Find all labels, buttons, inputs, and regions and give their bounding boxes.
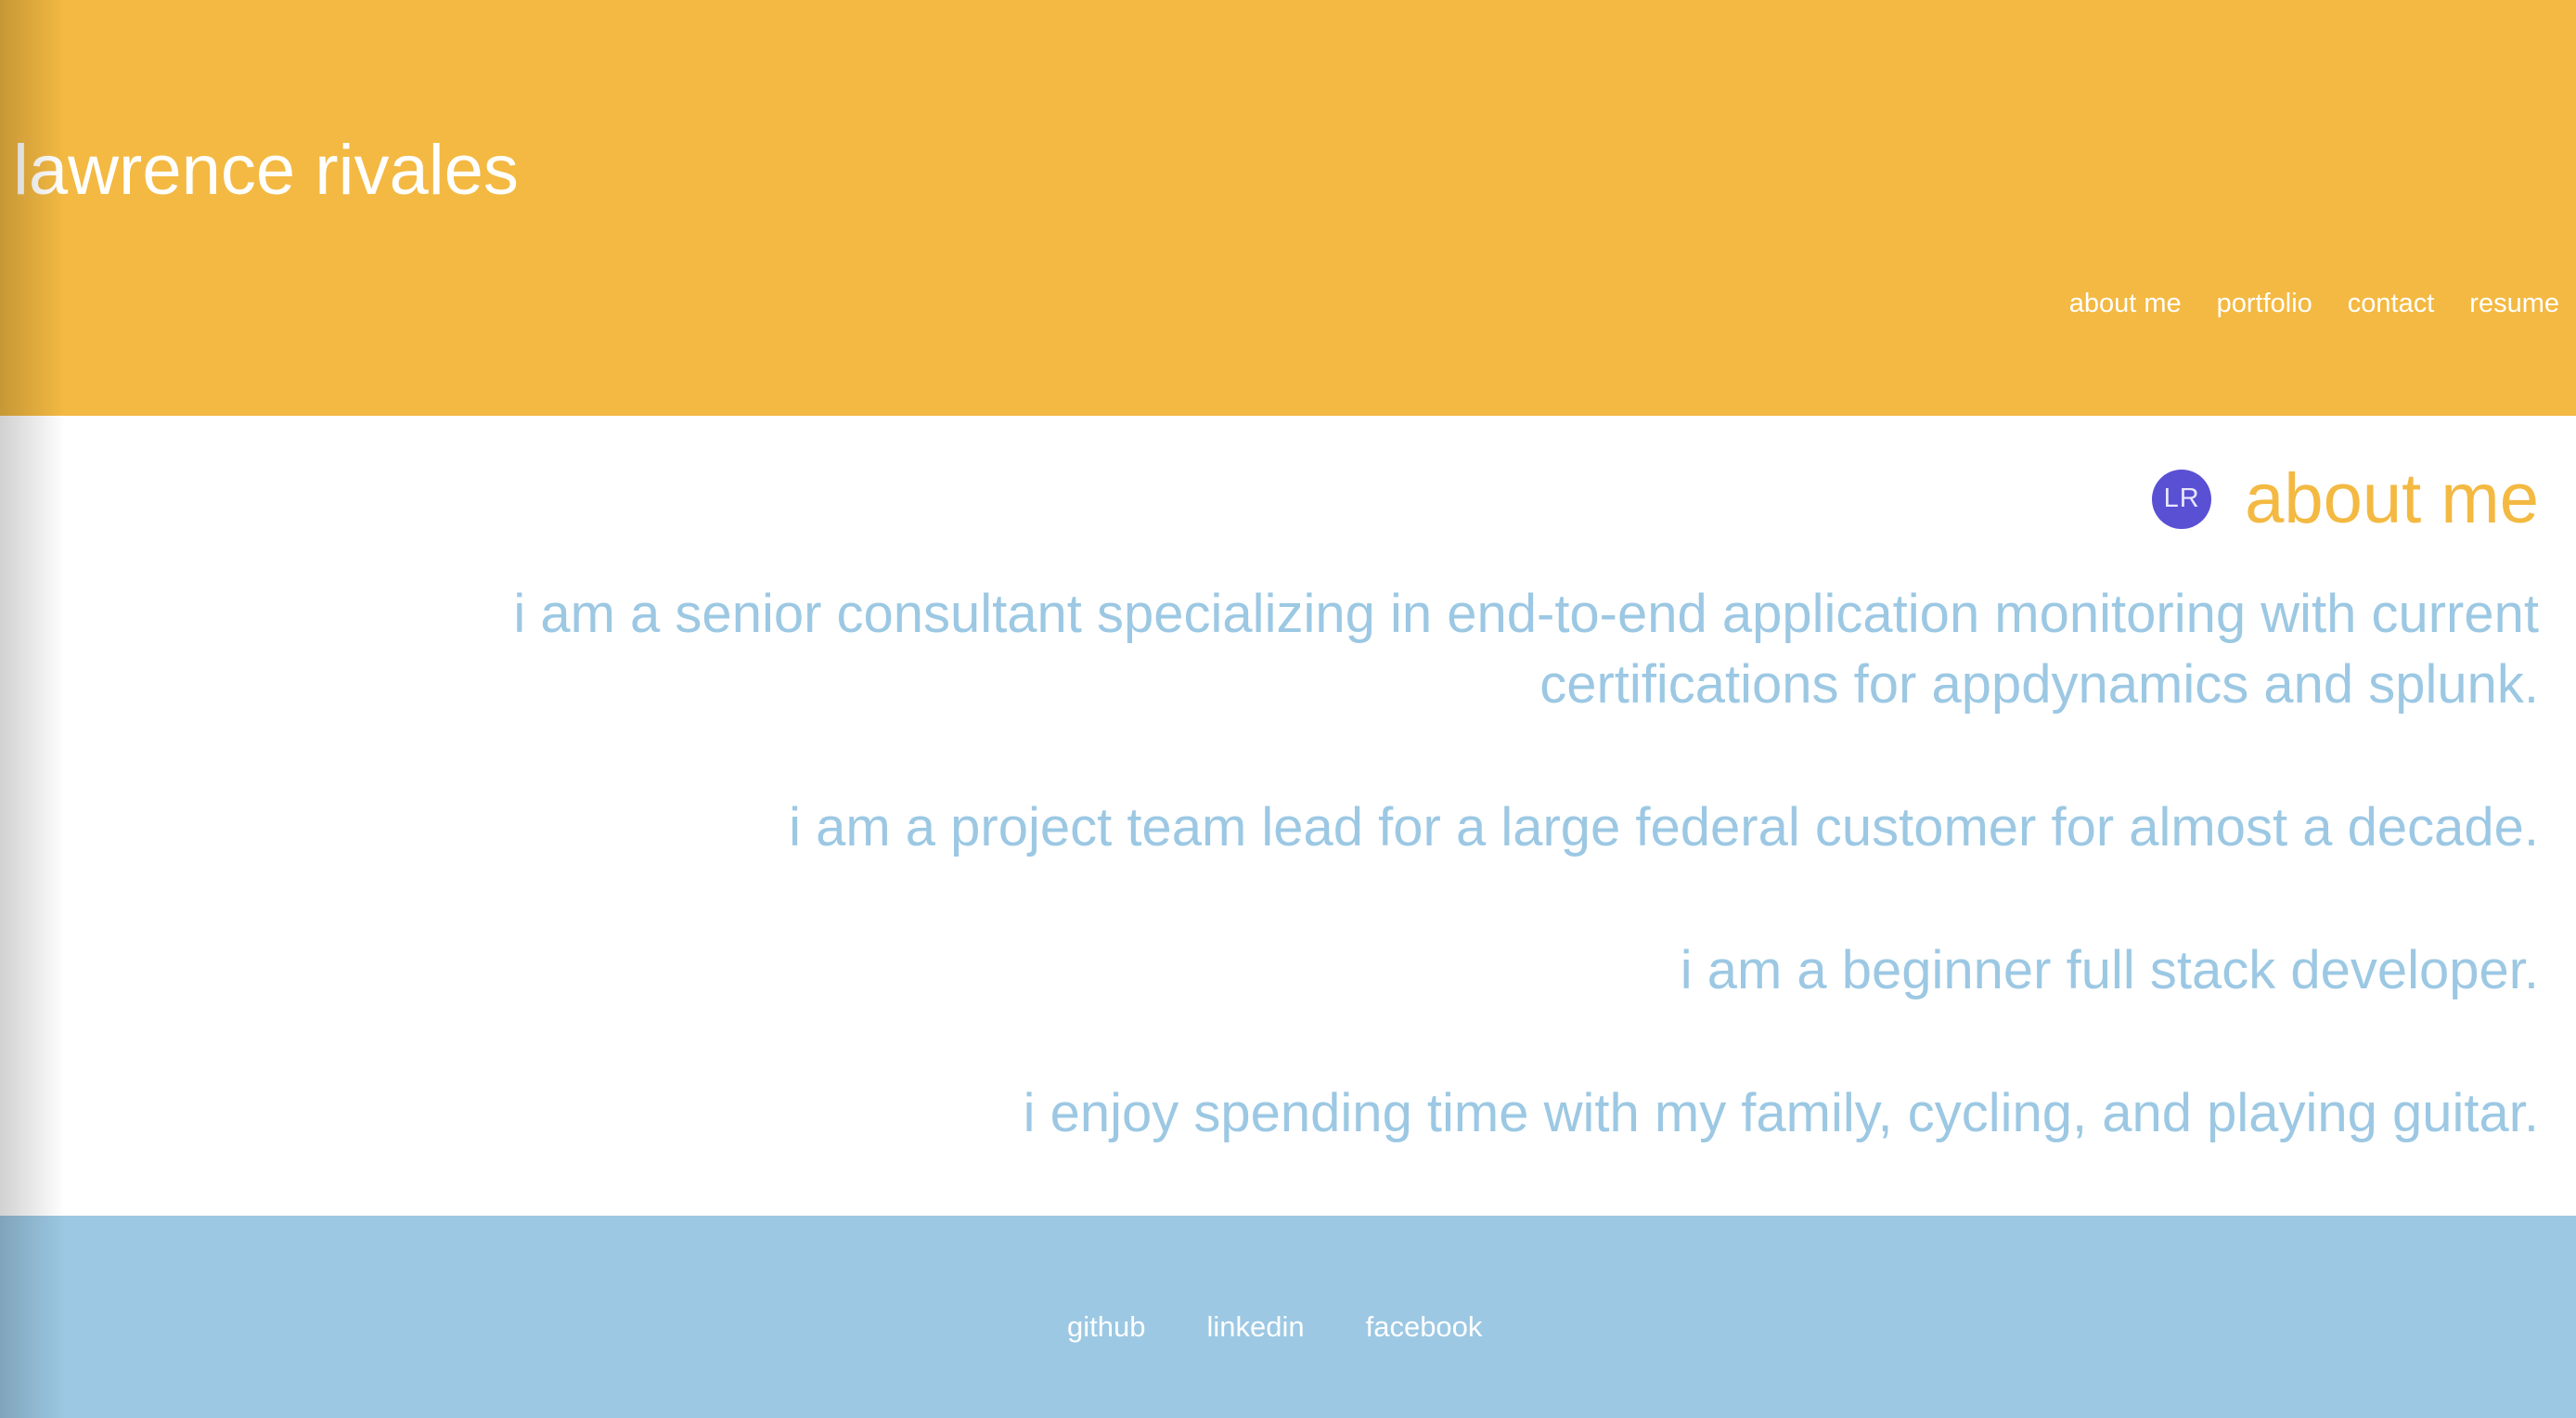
bio-text: i am a senior consultant specializing in… — [219, 579, 2539, 1221]
section-header: LR about me — [2152, 460, 2539, 538]
site-header: lawrence rivales about me portfolio cont… — [0, 0, 2576, 416]
social-nav: github linkedin facebook — [1067, 1310, 1482, 1344]
section-title: about me — [2245, 459, 2539, 538]
site-footer: github linkedin facebook — [0, 1216, 2576, 1418]
page: lawrence rivales about me portfolio cont… — [0, 0, 2576, 1418]
main-nav: about me portfolio contact resume — [2069, 288, 2559, 320]
nav-link-about-me[interactable]: about me — [2069, 288, 2182, 320]
bio-paragraph: i am a senior consultant specializing in… — [513, 584, 2539, 715]
footer-link-github[interactable]: github — [1067, 1310, 1145, 1344]
nav-link-portfolio[interactable]: portfolio — [2217, 288, 2312, 320]
nav-link-resume[interactable]: resume — [2469, 288, 2559, 320]
footer-link-linkedin[interactable]: linkedin — [1206, 1310, 1304, 1344]
bio-paragraph: i enjoy spending time with my family, cy… — [1023, 1083, 2539, 1143]
site-title: lawrence rivales — [13, 131, 519, 210]
bio-paragraph: i am a beginner full stack developer. — [1680, 940, 2539, 1000]
bio-paragraph: i am a project team lead for a large fed… — [789, 797, 2539, 857]
avatar: LR — [2152, 469, 2212, 529]
about-section: LR about me i am a senior consultant spe… — [0, 416, 2576, 1216]
nav-link-contact[interactable]: contact — [2348, 288, 2435, 320]
footer-link-facebook[interactable]: facebook — [1366, 1310, 1483, 1344]
